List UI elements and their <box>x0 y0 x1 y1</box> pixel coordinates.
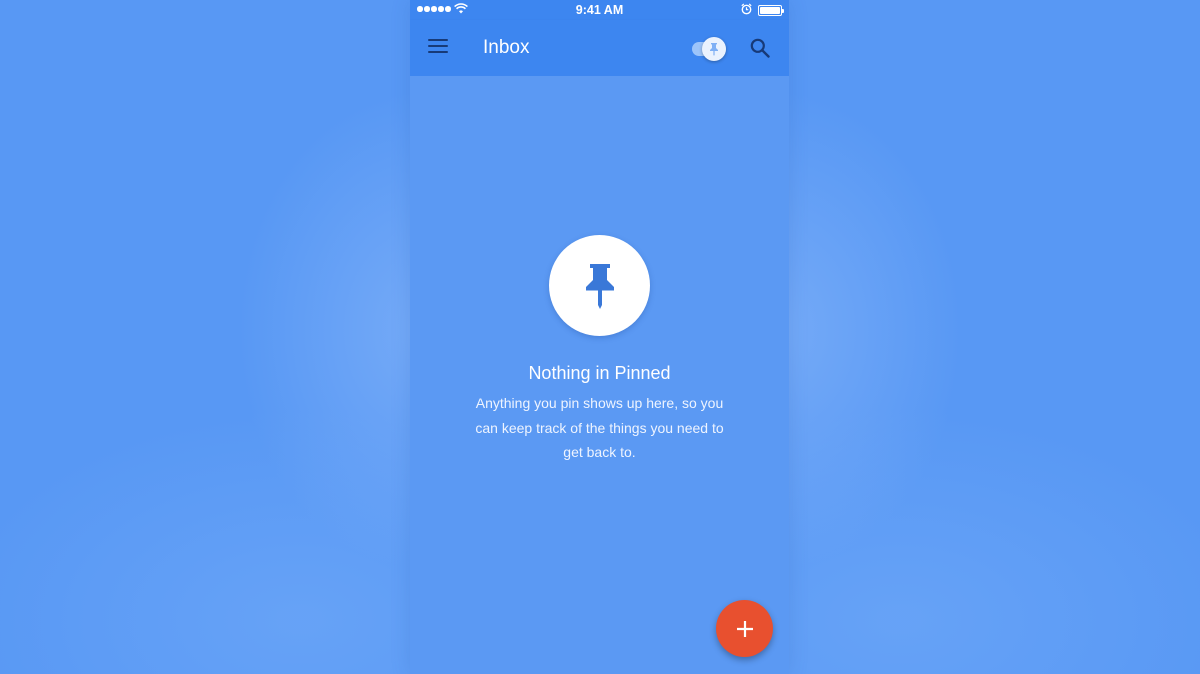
alarm-clock-icon <box>741 3 752 15</box>
app-bar: Inbox <box>410 20 789 76</box>
status-time: 9:41 AM <box>575 3 624 17</box>
empty-state-title: Nothing in Pinned <box>528 363 671 383</box>
pin-toggle-switch[interactable] <box>692 37 726 61</box>
compose-button[interactable] <box>716 600 773 657</box>
status-bar: 9:41 AM <box>410 0 789 20</box>
page-title: Inbox <box>483 37 530 58</box>
phone-screen: 9:41 AM Inbox Nothing in Pinned Anything… <box>410 0 789 674</box>
battery-icon <box>758 5 784 16</box>
pin-toggle-icon <box>702 37 726 61</box>
empty-state-badge <box>549 235 650 336</box>
pushpin-icon <box>585 263 614 309</box>
plus-icon <box>736 620 753 637</box>
empty-state-message: Anything you pin shows up here, so you c… <box>475 395 724 460</box>
hamburger-menu-icon[interactable] <box>428 39 448 57</box>
search-icon[interactable] <box>750 38 770 58</box>
main-content: Nothing in Pinned Anything you pin shows… <box>410 76 789 674</box>
